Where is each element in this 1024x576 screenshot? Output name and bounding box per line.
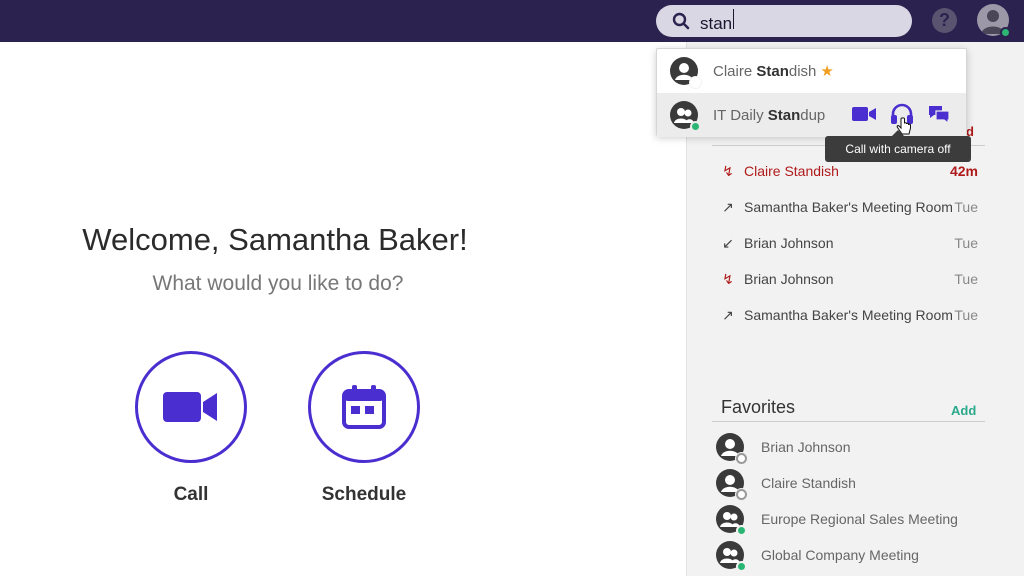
search-result-name: IT Daily Standup [713, 106, 826, 124]
favorite-item[interactable]: Europe Regional Sales Meeting [716, 501, 986, 537]
history-item-name: Samantha Baker's Meeting Room [744, 307, 953, 323]
search-input[interactable]: stan [700, 8, 880, 34]
group-avatar-icon [670, 101, 701, 132]
favorite-name: Brian Johnson [761, 439, 851, 455]
history-item-name: Brian Johnson [744, 271, 834, 287]
favorite-name: Global Company Meeting [761, 547, 919, 563]
missed-call-icon: ↯ [722, 162, 734, 179]
call-label: Call [173, 484, 209, 505]
call-tooltip: Call with camera off [825, 130, 971, 162]
user-status-dot [1000, 27, 1011, 38]
chat-icon[interactable] [928, 105, 950, 123]
history-item-time: 42m [949, 163, 978, 179]
group-avatar-icon [716, 505, 747, 536]
search-box[interactable]: stan [656, 5, 912, 37]
favorites-add-link[interactable]: Add [951, 403, 976, 418]
history-item[interactable]: ↯ Brian Johnson Tue [720, 261, 978, 297]
online-status-dot [736, 525, 747, 536]
favorites-title: Favorites [721, 397, 796, 417]
schedule-button[interactable] [308, 351, 420, 463]
calendar-icon [342, 385, 386, 429]
group-avatar-icon [716, 541, 747, 572]
person-avatar-icon [716, 433, 747, 464]
offline-status-dot [736, 453, 747, 464]
search-result-name: Claire Standish [713, 62, 817, 80]
history-item[interactable]: ↗ Samantha Baker's Meeting Room Tue [720, 189, 978, 225]
outgoing-call-icon: ↗ [722, 198, 734, 215]
favorite-star-icon: ★ [820, 63, 834, 80]
history-item-name: Brian Johnson [744, 235, 834, 251]
favorite-item[interactable]: Claire Standish [716, 465, 986, 501]
welcome-heading: Welcome, Samantha Baker! [82, 222, 468, 257]
search-results-dropdown: Claire Standish ★ IT Daily Standup [656, 48, 967, 137]
favorite-name: Claire Standish [761, 475, 856, 491]
search-result-item[interactable]: Claire Standish ★ [657, 49, 966, 93]
favorite-name: Europe Regional Sales Meeting [761, 511, 958, 527]
missed-call-icon: ↯ [722, 270, 734, 287]
help-icon[interactable]: ? [932, 8, 957, 33]
history-item[interactable]: ↙ Brian Johnson Tue [720, 225, 978, 261]
online-status-dot [736, 561, 747, 572]
history-item-time: Tue [954, 271, 978, 287]
person-avatar-icon [670, 57, 701, 88]
search-icon [672, 12, 690, 30]
offline-status-dot [736, 489, 747, 500]
history-item-time: Tue [954, 235, 978, 251]
online-status-dot [690, 121, 701, 132]
history-item-time: Tue [954, 199, 978, 215]
offline-status-dot [690, 77, 701, 88]
outgoing-call-icon: ↗ [722, 306, 734, 323]
history-item[interactable]: ↗ Samantha Baker's Meeting Room Tue [720, 297, 978, 333]
video-call-icon[interactable] [852, 106, 876, 122]
welcome-subtitle: What would you like to do? [152, 272, 404, 295]
incoming-call-icon: ↙ [722, 234, 734, 251]
history-item-name: Claire Standish [744, 163, 839, 179]
schedule-label: Schedule [321, 484, 407, 505]
history-item-name: Samantha Baker's Meeting Room [744, 199, 953, 215]
search-result-item[interactable]: IT Daily Standup [657, 93, 966, 137]
favorites-divider [712, 421, 985, 422]
video-camera-icon [163, 392, 217, 422]
history-item-time: Tue [954, 307, 978, 323]
favorite-item[interactable]: Global Company Meeting [716, 537, 986, 573]
person-avatar-icon [716, 469, 747, 500]
favorite-item[interactable]: Brian Johnson [716, 429, 986, 465]
call-button[interactable] [135, 351, 247, 463]
